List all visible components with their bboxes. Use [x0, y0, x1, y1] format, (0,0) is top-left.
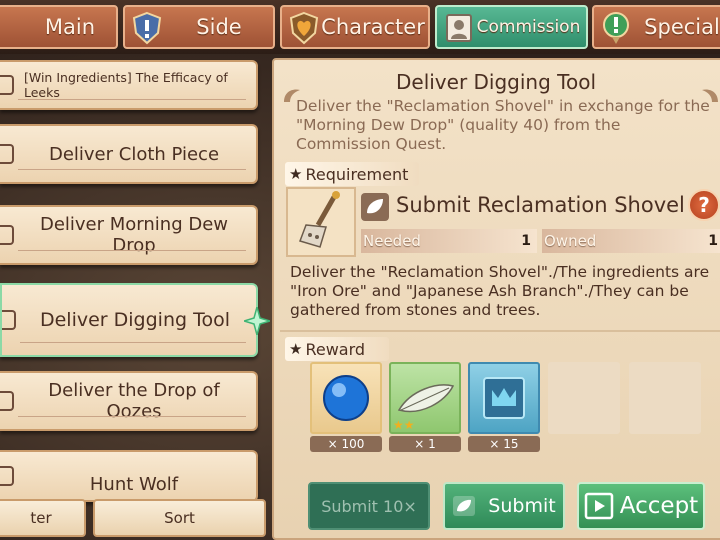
reward-slot-empty: [629, 362, 701, 434]
star-icon: ★: [289, 340, 303, 358]
filter-button[interactable]: ter: [0, 499, 86, 537]
reward-slot-leaf[interactable]: ★★: [389, 362, 461, 434]
quest-label: Deliver Digging Tool: [39, 309, 231, 331]
tab-character[interactable]: Character: [280, 5, 430, 49]
reward-qty: × 100: [310, 436, 382, 452]
reward-heading: ★ Reward: [285, 337, 389, 361]
portrait-icon: [446, 14, 472, 42]
help-button[interactable]: ?: [688, 189, 720, 221]
submit-10-label: Submit 10×: [321, 496, 417, 516]
quest-scroll-icon: [2, 310, 16, 330]
submit-label: Submit: [488, 495, 556, 517]
quest-label: Deliver Cloth Piece: [48, 143, 220, 165]
category-tab-bar: Main Side Character Commission Special: [0, 0, 720, 54]
shield-exclaim-icon: [132, 11, 162, 45]
requirement-title: Submit Reclamation Shovel: [396, 193, 685, 217]
quest-list-item[interactable]: Hunt Wolf: [0, 450, 258, 502]
accept-label: Accept: [619, 493, 699, 519]
quest-scroll-icon: [0, 466, 14, 486]
exclaim-badge-icon: [603, 12, 629, 44]
help-label: ?: [698, 193, 710, 217]
requirement-heading-label: Requirement: [305, 164, 409, 184]
tab-side-label: Side: [196, 15, 242, 39]
tab-commission-label: Commission: [476, 17, 581, 37]
reward-slot-empty: [548, 362, 620, 434]
tab-side[interactable]: Side: [123, 5, 275, 49]
owned-value: 1: [708, 233, 718, 249]
quest-scroll-icon: [0, 225, 14, 245]
requirement-text: Deliver the "Reclamation Shovel"./The in…: [290, 263, 710, 319]
requirement-heading: ★ Requirement: [285, 162, 419, 186]
star-icon: ★: [289, 165, 303, 183]
reward-slot-blue-orb[interactable]: [310, 362, 382, 434]
reward-qty: × 1: [389, 436, 461, 452]
reward-slot-crown[interactable]: [468, 362, 540, 434]
blue-orb-icon: [323, 375, 369, 421]
owned-label: Owned: [544, 232, 597, 250]
reclamation-shovel-image[interactable]: [286, 187, 356, 257]
submit-button[interactable]: Submit: [443, 482, 565, 530]
quest-list-item[interactable]: Deliver the Drop of Oozes: [0, 371, 258, 431]
sort-label: Sort: [164, 509, 195, 527]
needed-label: Needed: [363, 232, 421, 250]
tab-special-label: Special: [644, 15, 720, 39]
tab-commission[interactable]: Commission: [435, 5, 588, 49]
submit-10-button[interactable]: Submit 10×: [308, 482, 430, 530]
reward-heading-label: Reward: [305, 339, 366, 359]
tab-character-label: Character: [321, 15, 425, 39]
divider: [280, 330, 720, 332]
quest-label: Hunt Wolf: [89, 474, 179, 495]
quest-list-item-selected[interactable]: Deliver Digging Tool: [0, 283, 270, 357]
owned-row: Owned 1: [542, 229, 720, 253]
quest-description: Deliver the "Reclamation Shovel" in exch…: [296, 97, 710, 153]
quest-list-item[interactable]: Deliver Morning Dew Drop: [0, 205, 258, 265]
filter-label: ter: [30, 509, 52, 527]
accept-scroll-icon: [584, 492, 614, 520]
tab-main[interactable]: Main: [0, 5, 118, 49]
heart-shield-icon: [289, 11, 319, 45]
shovel-icon: [299, 191, 340, 248]
rarity-stars: ★★: [393, 418, 415, 432]
needed-value: 1: [521, 233, 531, 249]
needed-row: Needed 1: [361, 229, 537, 253]
quest-scroll-icon: [0, 391, 14, 411]
quest-scroll-icon: [0, 144, 14, 164]
accept-button[interactable]: Accept: [577, 482, 705, 530]
quest-list-item[interactable]: Deliver Cloth Piece: [0, 124, 258, 184]
tab-special[interactable]: Special: [592, 5, 720, 49]
tab-main-label: Main: [44, 15, 96, 39]
selected-sparkle-icon: [244, 307, 270, 335]
reward-qty: × 15: [468, 436, 540, 452]
leaf-submit-icon: [453, 496, 476, 516]
sort-button[interactable]: Sort: [93, 499, 266, 537]
crown-badge-icon: [483, 377, 525, 419]
submit-item-icon: [361, 193, 389, 221]
quest-title: Deliver Digging Tool: [395, 70, 597, 94]
